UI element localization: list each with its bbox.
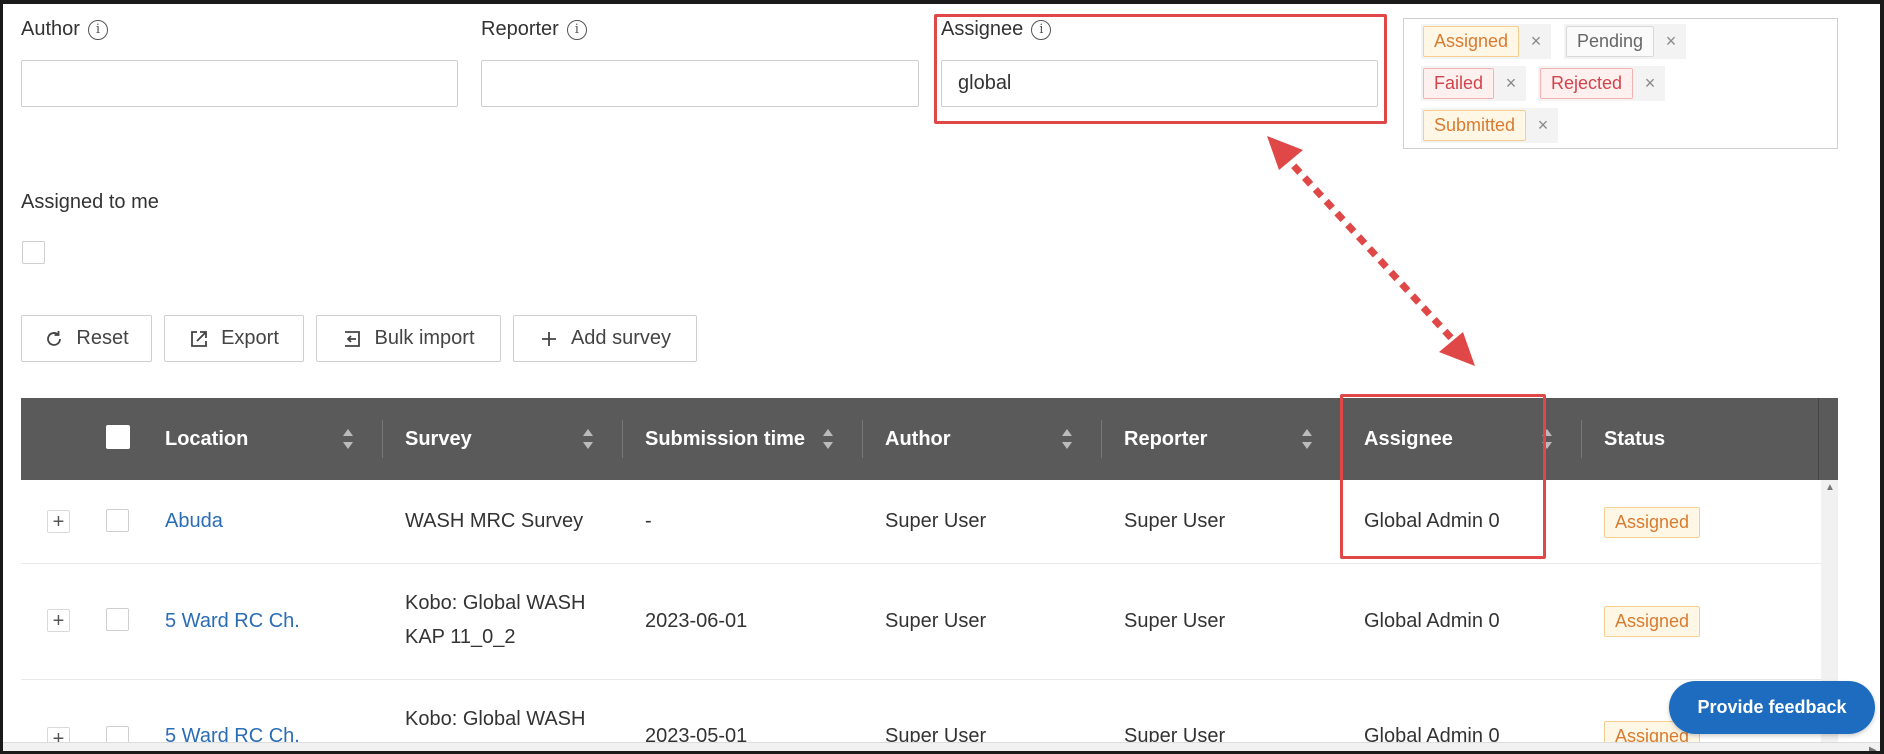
app-window: Author i Reporter i Assignee i Assigned …	[0, 0, 1884, 754]
scroll-right-icon[interactable]: ▶	[1869, 745, 1877, 751]
double-arrow-annotation	[1267, 136, 1475, 366]
provide-feedback-button[interactable]: Provide feedback	[1669, 681, 1875, 734]
horizontal-scrollbar[interactable]: ▶	[3, 742, 1880, 751]
arrow-head-down	[1439, 332, 1475, 366]
scroll-up-icon[interactable]: ▲	[1825, 482, 1835, 493]
arrow-shaft	[1280, 151, 1456, 343]
